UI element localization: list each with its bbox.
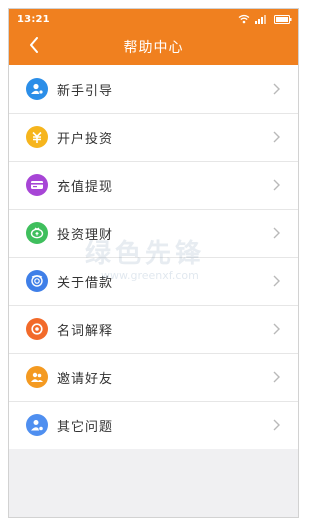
signal-icon [255, 14, 269, 24]
menu-item-open-account[interactable]: 开户投资 [9, 113, 298, 161]
open-account-icon [26, 126, 48, 148]
wifi-icon [238, 14, 250, 24]
chevron-right-icon [273, 275, 280, 287]
glossary-icon [26, 318, 48, 340]
chevron-right-icon [273, 323, 280, 335]
menu-item-label: 新手引导 [57, 83, 114, 99]
recharge-withdraw-icon [26, 174, 48, 196]
status-icons [238, 14, 292, 24]
menu-item-glossary[interactable]: 名词解释 [9, 305, 298, 353]
phone-screen: 13:21 帮助中心 新手引导 开户投资 充值提现 投资理财 关于借款 名词解释… [8, 8, 299, 518]
chevron-right-icon [273, 131, 280, 143]
menu-item-label: 关于借款 [57, 275, 114, 291]
menu-item-label: 投资理财 [57, 227, 114, 243]
status-time: 13:21 [17, 13, 50, 25]
loan-icon [26, 270, 48, 292]
beginner-guide-icon [26, 78, 48, 100]
menu-item-label: 开户投资 [57, 131, 114, 147]
other-questions-icon [26, 414, 48, 436]
status-bar: 13:21 [9, 9, 298, 29]
chevron-right-icon [273, 227, 280, 239]
menu-item-label: 邀请好友 [57, 371, 114, 387]
back-button[interactable] [19, 29, 49, 65]
menu-item-label: 充值提现 [57, 179, 114, 195]
chevron-right-icon [273, 371, 280, 383]
investment-icon [26, 222, 48, 244]
chevron-right-icon [273, 179, 280, 191]
help-menu-list: 新手引导 开户投资 充值提现 投资理财 关于借款 名词解释 邀请好友 其它问题 [9, 65, 298, 449]
chevron-right-icon [273, 419, 280, 431]
menu-item-beginner-guide[interactable]: 新手引导 [9, 65, 298, 113]
nav-bar: 帮助中心 [9, 29, 298, 65]
menu-item-invite-friends[interactable]: 邀请好友 [9, 353, 298, 401]
menu-item-investment[interactable]: 投资理财 [9, 209, 298, 257]
menu-item-other-questions[interactable]: 其它问题 [9, 401, 298, 449]
menu-item-loan[interactable]: 关于借款 [9, 257, 298, 305]
invite-friends-icon [26, 366, 48, 388]
menu-item-label: 其它问题 [57, 419, 114, 435]
menu-item-label: 名词解释 [57, 323, 114, 339]
chevron-left-icon [29, 37, 39, 57]
page-title: 帮助中心 [123, 40, 184, 56]
chevron-right-icon [273, 83, 280, 95]
battery-icon [274, 14, 292, 24]
menu-item-recharge-withdraw[interactable]: 充值提现 [9, 161, 298, 209]
